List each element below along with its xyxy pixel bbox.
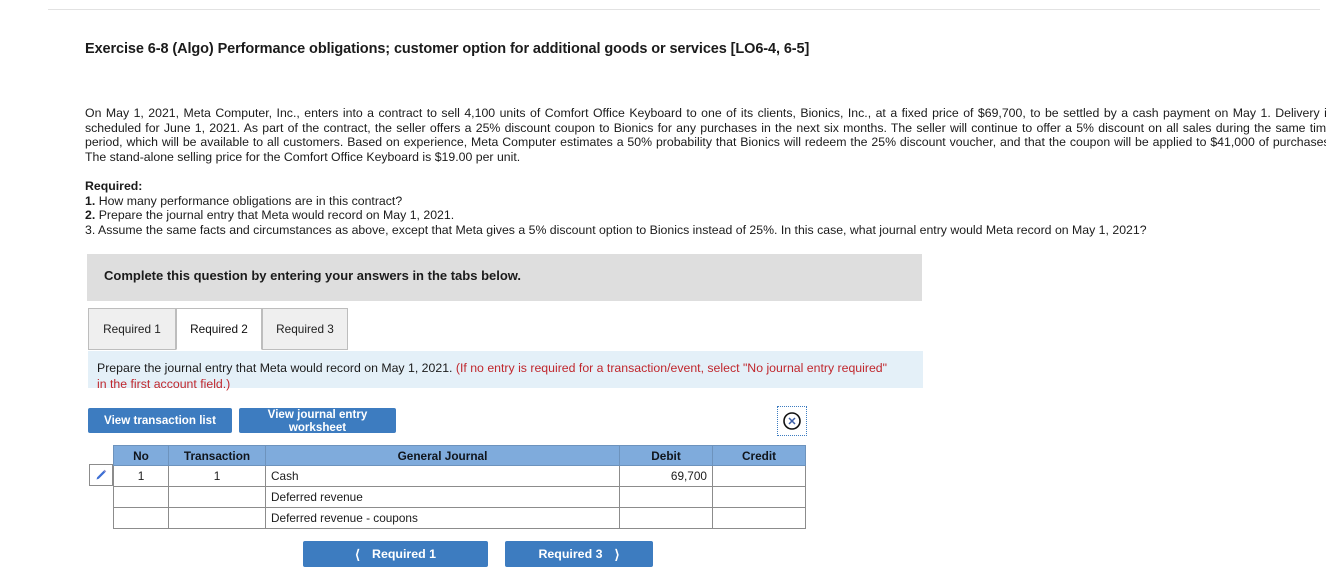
tab-required-3-label: Required 3 — [276, 322, 334, 336]
required-item-3: 3. Assume the same facts and circumstanc… — [85, 223, 1147, 238]
cell-transaction — [168, 507, 266, 529]
cell-no — [113, 486, 169, 508]
requirement-info-panel: Prepare the journal entry that Meta woul… — [88, 350, 923, 391]
required-item-3-text: Assume the same facts and circumstances … — [98, 222, 1147, 237]
required-heading: Required: — [85, 179, 143, 193]
view-journal-entry-worksheet-button[interactable]: View journal entry worksheet — [239, 408, 396, 434]
requirement-info-main: Prepare the journal entry that Meta woul… — [97, 361, 456, 375]
journal-entry-table: No Transaction General Journal Debit Cre… — [113, 445, 806, 529]
cell-credit[interactable] — [712, 507, 806, 529]
column-header-debit: Debit — [619, 445, 713, 466]
journal-table-header-row: No Transaction General Journal Debit Cre… — [113, 445, 806, 466]
top-divider — [48, 9, 1320, 10]
column-header-no: No — [113, 445, 169, 466]
column-header-transaction: Transaction — [168, 445, 266, 466]
cell-transaction: 1 — [168, 465, 266, 487]
circle-x-icon — [783, 412, 801, 430]
page-title: Exercise 6-8 (Algo) Performance obligati… — [85, 41, 810, 57]
table-row[interactable]: Deferred revenue — [113, 486, 806, 508]
cell-debit[interactable] — [619, 486, 713, 508]
chevron-left-icon: ⟨ — [354, 546, 361, 562]
chevron-right-icon: ⟩ — [614, 546, 620, 562]
cell-debit[interactable]: 69,700 — [619, 465, 713, 487]
required-item-1-text: How many performance obligations are in … — [98, 193, 403, 208]
previous-requirement-label: Required 1 — [372, 547, 437, 561]
tab-required-1[interactable]: Required 1 — [88, 308, 176, 350]
tab-required-1-label: Required 1 — [103, 322, 161, 336]
required-item-2-number: 2. — [85, 208, 96, 223]
requirement-info-text: Prepare the journal entry that Meta woul… — [97, 361, 897, 392]
tab-required-2-label: Required 2 — [190, 322, 248, 336]
required-item-2: 2. Prepare the journal entry that Meta w… — [85, 208, 1147, 223]
cell-account[interactable]: Deferred revenue — [265, 486, 620, 508]
cell-credit[interactable] — [712, 465, 806, 487]
view-transaction-list-button[interactable]: View transaction list — [88, 408, 232, 433]
cell-no — [113, 507, 169, 529]
required-item-3-number: 3. — [85, 222, 96, 237]
edit-row-button[interactable] — [89, 464, 113, 486]
column-header-general-journal: General Journal — [265, 445, 620, 466]
cell-debit[interactable] — [619, 507, 713, 529]
exercise-body-text: On May 1, 2021, Meta Computer, Inc., ent… — [85, 106, 1326, 164]
required-item-1-number: 1. — [85, 193, 96, 208]
cell-no: 1 — [113, 465, 169, 487]
previous-requirement-button[interactable]: ⟨ Required 1 — [303, 541, 488, 567]
column-header-credit: Credit — [712, 445, 806, 466]
cell-credit[interactable] — [712, 486, 806, 508]
cell-account[interactable]: Deferred revenue - coupons — [265, 507, 620, 529]
table-row[interactable]: 1 1 Cash 69,700 — [113, 465, 806, 487]
instruction-banner: Complete this question by entering your … — [87, 254, 922, 301]
required-item-1: 1. How many performance obligations are … — [85, 194, 1147, 209]
next-requirement-label: Required 3 — [538, 547, 603, 561]
close-worksheet-button[interactable] — [777, 406, 807, 436]
pencil-icon — [96, 469, 107, 480]
required-list: Required: 1. How many performance obliga… — [85, 179, 1147, 237]
tab-required-2[interactable]: Required 2 — [176, 308, 262, 350]
exercise-page: Exercise 6-8 (Algo) Performance obligati… — [0, 0, 1326, 579]
next-requirement-button[interactable]: Required 3 ⟩ — [505, 541, 653, 567]
required-item-2-text: Prepare the journal entry that Meta woul… — [98, 208, 455, 223]
cell-account[interactable]: Cash — [265, 465, 620, 487]
tab-required-3[interactable]: Required 3 — [262, 308, 348, 350]
requirement-tabs: Required 1 Required 2 Required 3 — [88, 308, 923, 350]
instruction-banner-text: Complete this question by entering your … — [104, 268, 522, 283]
table-row[interactable]: Deferred revenue - coupons — [113, 507, 806, 529]
cell-transaction — [168, 486, 266, 508]
